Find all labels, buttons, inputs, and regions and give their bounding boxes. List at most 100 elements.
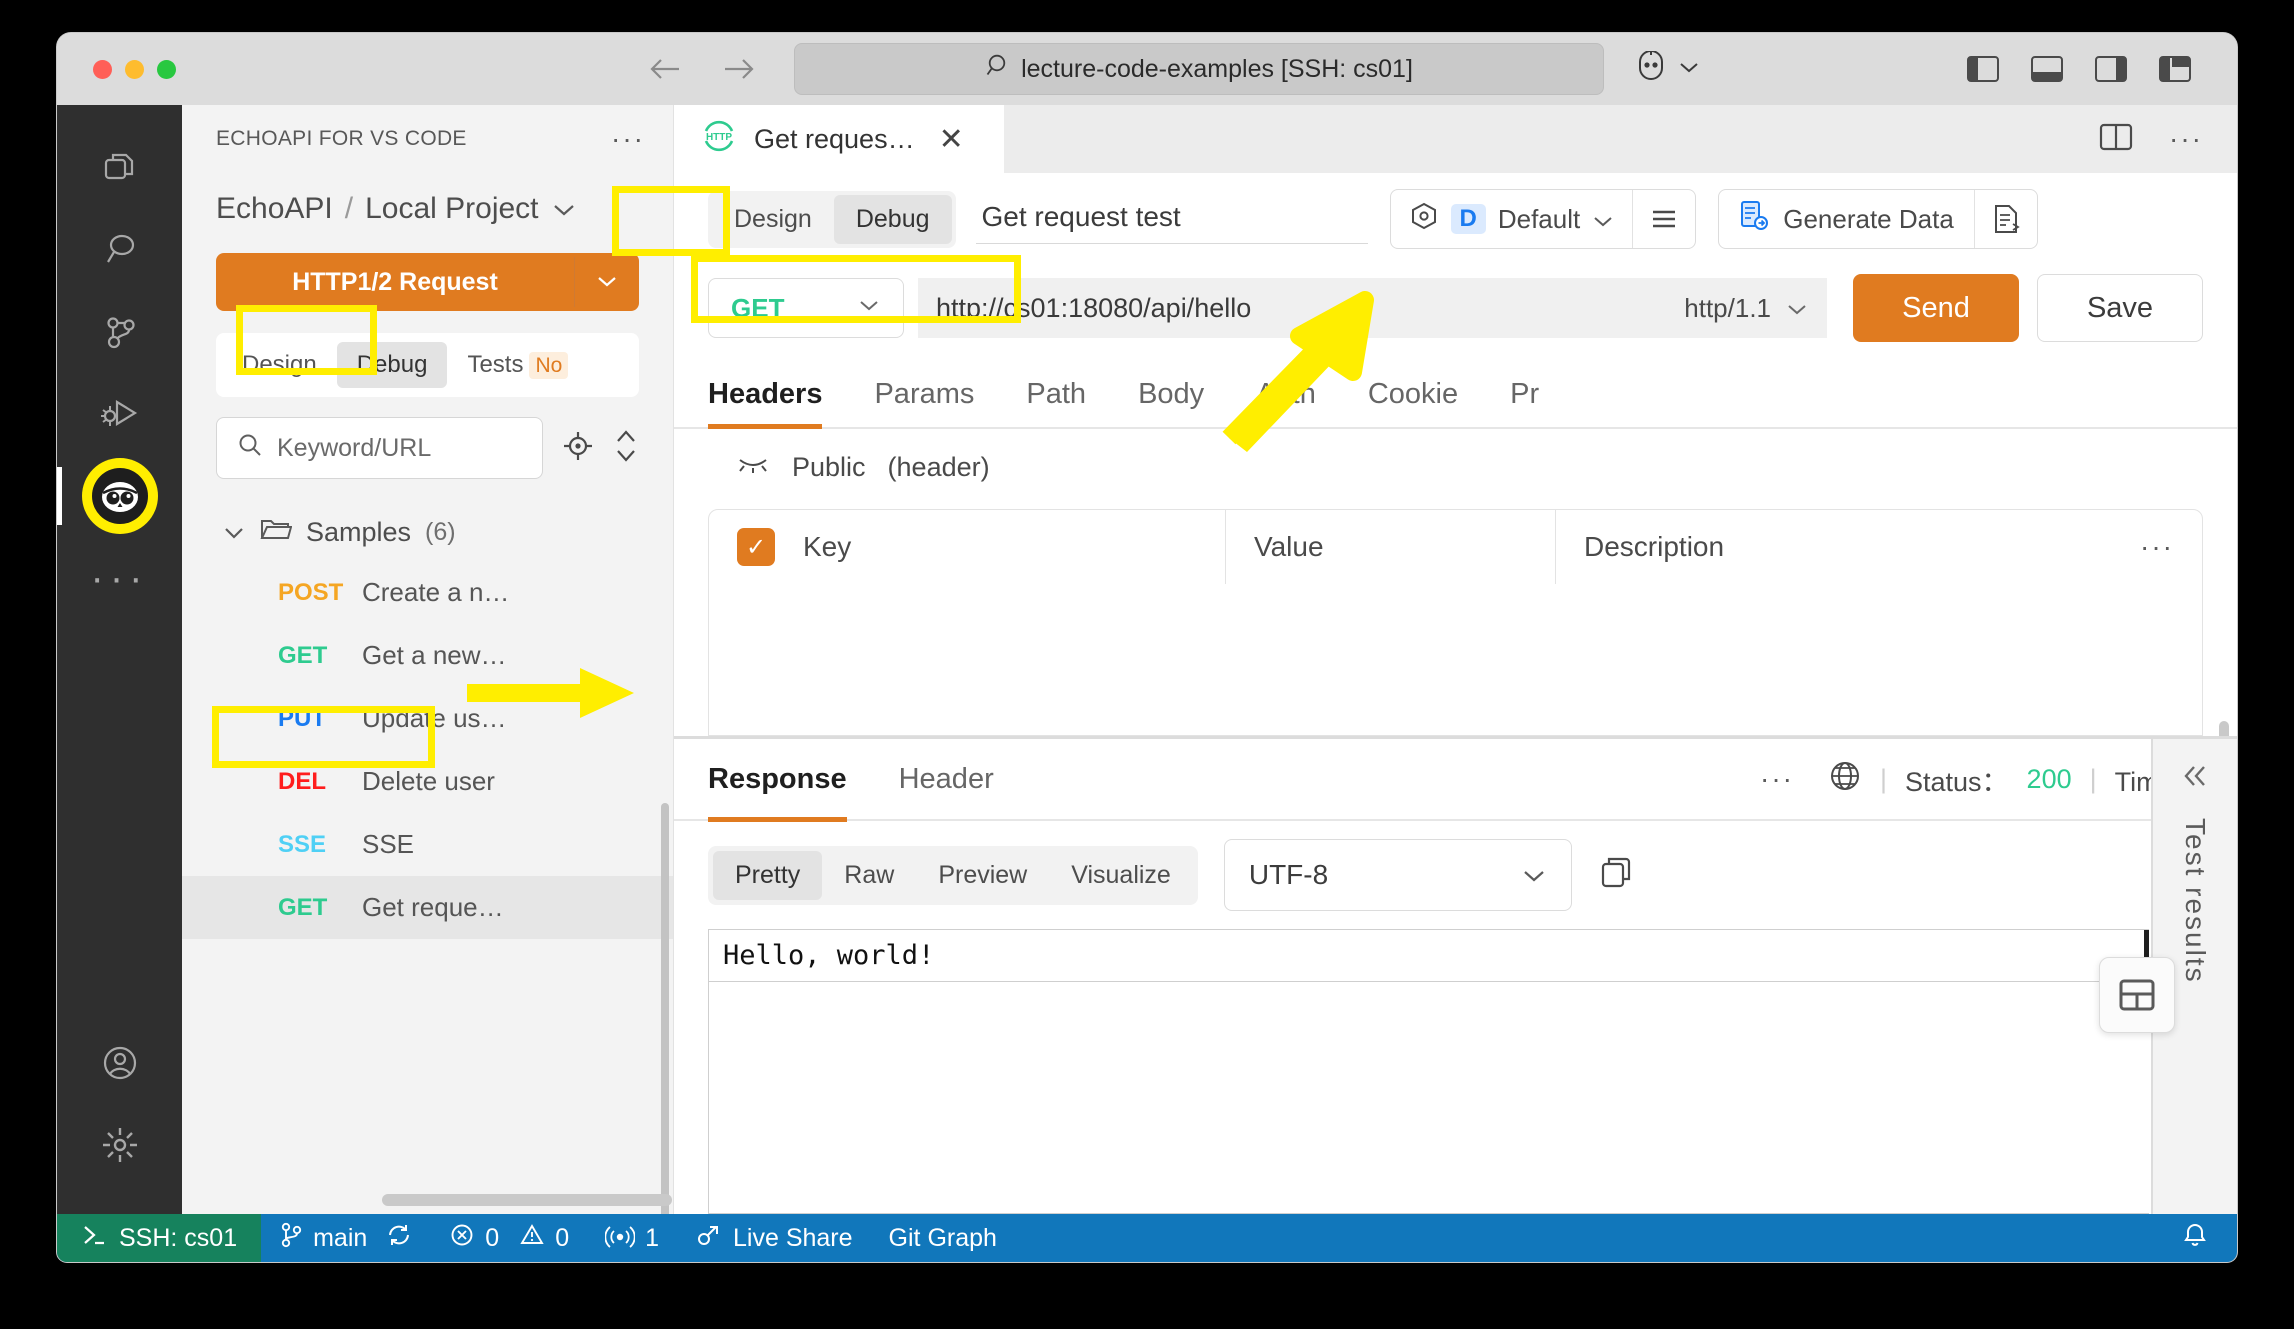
chevrons-left-icon[interactable] (2178, 761, 2212, 796)
tree-item-create-a-new[interactable]: POST Create a n… (182, 561, 673, 624)
maximize-window-button[interactable] (157, 59, 176, 79)
environment-value[interactable]: D Default (1391, 201, 1633, 238)
chevron-down-icon[interactable] (857, 298, 881, 318)
view-tab-preview[interactable]: Preview (916, 851, 1049, 900)
run-and-debug-icon[interactable] (57, 373, 182, 455)
tree-folder-samples[interactable]: Samples (6) (182, 503, 673, 561)
sidebar-tab-tests-label: Tests (467, 351, 524, 378)
method-selector[interactable]: GET (708, 278, 904, 338)
toggle-secondary-sidebar-icon[interactable] (2095, 56, 2127, 82)
view-tab-visualize[interactable]: Visualize (1049, 851, 1193, 900)
source-control-icon[interactable] (57, 291, 182, 373)
generate-data-button[interactable]: Generate Data (1719, 200, 1974, 239)
more-views-icon[interactable]: ··· (57, 537, 182, 619)
editor-tab-bar: HTTP Get reques… ✕ ··· (674, 105, 2237, 173)
chevron-down-icon[interactable] (1592, 204, 1614, 235)
editor-tab-get-request-test[interactable]: HTTP Get reques… ✕ (674, 105, 1004, 173)
search-icon[interactable] (57, 209, 182, 291)
chevron-down-icon[interactable] (222, 517, 246, 548)
status-git-graph[interactable]: Git Graph (871, 1214, 1015, 1262)
response-tabs-overflow[interactable]: ··· (1760, 765, 1794, 793)
sidebar-horizontal-scrollbar[interactable] (382, 1194, 672, 1206)
arrow-left-icon[interactable] (647, 54, 683, 84)
split-editor-icon[interactable] (2099, 122, 2133, 157)
status-live-share[interactable]: Live Share (677, 1214, 871, 1262)
save-button[interactable]: Save (2037, 274, 2203, 342)
status-ports[interactable]: 1 (587, 1214, 677, 1262)
quick-search-bar[interactable]: lecture-code-examples [SSH: cs01] (794, 43, 1604, 95)
new-http-request-button[interactable]: HTTP1/2 Request (216, 253, 639, 311)
sync-icon[interactable] (385, 1222, 413, 1255)
request-pane: Design Debug Get request test D Default (674, 173, 2237, 736)
select-all-checkbox[interactable]: ✓ (737, 528, 775, 566)
editor-more-actions-icon[interactable]: ··· (2169, 125, 2203, 153)
chevron-down-icon[interactable] (1785, 293, 1809, 324)
request-section-tabs: Headers Params Path Body Auth Cookie Pr … (674, 351, 2237, 429)
sort-icon[interactable] (613, 428, 639, 469)
encoding-selector[interactable]: UTF-8 (1223, 839, 1572, 911)
accounts-icon[interactable] (57, 1022, 182, 1104)
request-tab-debug[interactable]: Debug (833, 194, 952, 244)
locate-icon[interactable] (561, 429, 595, 468)
toggle-primary-sidebar-icon[interactable] (1967, 56, 1999, 82)
navigation-arrows[interactable] (647, 54, 757, 84)
arrow-right-icon[interactable] (721, 54, 757, 84)
window-controls[interactable] (93, 59, 176, 79)
echoapi-icon[interactable] (57, 455, 182, 537)
tree-item-get-request-test[interactable]: GET Get reque… (182, 876, 673, 939)
tab-response[interactable]: Response (708, 738, 847, 822)
view-tab-pretty[interactable]: Pretty (713, 850, 823, 900)
tab-pre[interactable]: Pr (1510, 378, 1539, 427)
public-header-group[interactable]: Public (header) (674, 429, 2237, 505)
sidebar-tab-debug[interactable]: Debug (336, 342, 448, 388)
response-body[interactable]: Hello, world! (708, 929, 2149, 1214)
tree-item-sse[interactable]: SSE SSE (182, 813, 673, 876)
manage-settings-icon[interactable] (57, 1104, 182, 1186)
request-tab-design[interactable]: Design (712, 195, 834, 244)
request-title-input[interactable]: Get request test (975, 195, 1368, 244)
layout-toggle-group[interactable] (1967, 56, 2191, 82)
explorer-icon[interactable] (57, 127, 182, 209)
sidebar-tab-design[interactable]: Design (222, 342, 337, 388)
minimize-window-button[interactable] (125, 59, 144, 79)
close-window-button[interactable] (93, 59, 112, 79)
chevron-down-icon[interactable] (575, 269, 639, 295)
toggle-panel-icon[interactable] (2031, 56, 2063, 82)
search-icon (237, 432, 263, 465)
remote-indicator[interactable] (1632, 49, 1700, 88)
chevron-down-icon[interactable] (1521, 859, 1547, 891)
copy-icon[interactable] (1598, 854, 1636, 897)
view-tab-raw[interactable]: Raw (822, 851, 916, 900)
status-problems[interactable]: 0 0 (431, 1214, 587, 1262)
tab-params[interactable]: Params (874, 378, 974, 427)
status-branch[interactable]: main (261, 1214, 431, 1262)
send-button[interactable]: Send (1853, 274, 2019, 342)
side-panel-more-icon[interactable]: ··· (611, 125, 645, 153)
toggle-layout-icon[interactable] (2099, 957, 2175, 1033)
tree-item-delete-user[interactable]: DEL Delete user (182, 750, 673, 813)
chevron-down-icon[interactable] (551, 192, 577, 226)
protocol-selector[interactable]: http/1.1 (1617, 278, 1827, 338)
status-notifications[interactable] (2163, 1214, 2237, 1262)
status-git-graph-label: Git Graph (888, 1223, 997, 1252)
hidden-eye-icon[interactable] (736, 452, 770, 483)
method-badge: POST (278, 578, 344, 606)
project-selector[interactable]: EchoAPI / Local Project (182, 173, 673, 245)
sidebar-scrollbar[interactable] (661, 803, 669, 1214)
tab-response-header[interactable]: Header (899, 738, 994, 820)
environment-menu-icon[interactable] (1633, 207, 1695, 231)
status-remote-host[interactable]: SSH: cs01 (57, 1214, 262, 1262)
headers-table-more-icon[interactable]: ··· (2140, 533, 2174, 561)
search-input[interactable]: Keyword/URL (216, 417, 543, 479)
generate-data-icon (1739, 200, 1769, 239)
close-icon[interactable]: ✕ (939, 122, 964, 157)
tab-headers[interactable]: Headers (708, 378, 823, 429)
network-icon[interactable] (1828, 759, 1862, 800)
tab-path[interactable]: Path (1026, 378, 1086, 427)
request-pane-scrollbar[interactable] (2219, 721, 2229, 736)
method-badge: GET (278, 641, 328, 669)
sidebar-tab-tests[interactable]: Tests No (447, 342, 588, 388)
method-badge: GET (278, 893, 328, 921)
customize-layout-icon[interactable] (2159, 56, 2191, 82)
import-data-icon[interactable] (1975, 203, 2037, 235)
